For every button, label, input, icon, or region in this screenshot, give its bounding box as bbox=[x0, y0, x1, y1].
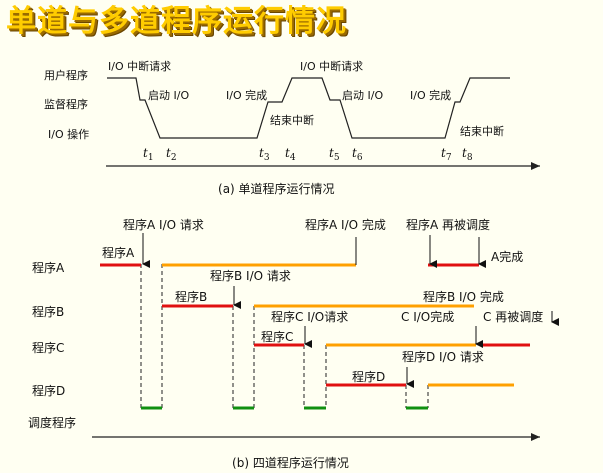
label-b-io-done: 程序B I/O 完成 bbox=[423, 289, 504, 304]
time-marker-t1: t1 bbox=[143, 146, 154, 163]
time-marker-t5: t5 bbox=[329, 146, 340, 163]
row-label-program-c: 程序C bbox=[32, 340, 64, 355]
label-c-io-done: C I/O完成 bbox=[401, 309, 454, 324]
label-a-done: A完成 bbox=[491, 249, 523, 264]
caption-a: (a) 单道程序运行情况 bbox=[218, 181, 335, 196]
time-marker-t8: t8 bbox=[462, 146, 473, 163]
start-io-label: 启动 I/O bbox=[342, 89, 383, 102]
end-interrupt-label: 结束中断 bbox=[460, 124, 504, 138]
row-label-program-a: 程序A bbox=[32, 260, 65, 275]
start-io-label: 启动 I/O bbox=[148, 89, 189, 102]
row-label-program-b: 程序B bbox=[32, 304, 64, 319]
caption-b: (b) 四道程序运行情况 bbox=[232, 455, 349, 470]
io-done-label: I/O 完成 bbox=[226, 88, 267, 102]
row-label-user-program: 用户程序 bbox=[44, 68, 88, 82]
label-d-io-request: 程序D I/O 请求 bbox=[402, 349, 484, 364]
label-a-io-done: 程序A I/O 完成 bbox=[305, 217, 386, 232]
time-marker-t3: t3 bbox=[259, 146, 270, 163]
row-label-scheduler: 调度程序 bbox=[28, 415, 76, 430]
label-program-a: 程序A bbox=[102, 245, 135, 260]
label-b-io-request: 程序B I/O 请求 bbox=[210, 268, 291, 283]
row-label-io-operation: I/O 操作 bbox=[48, 127, 89, 141]
io-done-label: I/O 完成 bbox=[410, 88, 451, 102]
io-interrupt-label: I/O 中断请求 bbox=[108, 59, 171, 73]
row-label-supervisor: 监督程序 bbox=[44, 97, 88, 111]
label-program-b: 程序B bbox=[175, 289, 207, 304]
time-marker-t2: t2 bbox=[166, 146, 177, 163]
label-c-rescheduled: C 再被调度 bbox=[483, 309, 543, 324]
single-diagram: 用户程序 监督程序 I/O 操作 I/O 中断请求 启动 I/O I/O 完成 … bbox=[44, 59, 540, 196]
label-a-io-request: 程序A I/O 请求 bbox=[123, 217, 204, 232]
time-marker-t6: t6 bbox=[352, 146, 363, 163]
timeline-waveform bbox=[107, 77, 510, 139]
time-markers: t1 t2 t3 t4 t5 t6 t7 t8 bbox=[143, 146, 473, 163]
label-a-rescheduled: 程序A 再被调度 bbox=[406, 217, 490, 232]
slide: 单道与多道程序运行情况 用户程序 监督程序 I/O 操作 I/O 中断请求 启动… bbox=[0, 0, 603, 473]
multi-diagram: 程序A 程序B 程序C 程序D 调度程序 程序A I/O 请求 程序A I/O … bbox=[28, 217, 559, 470]
label-program-c: 程序C bbox=[261, 329, 293, 344]
end-interrupt-label: 结束中断 bbox=[270, 113, 314, 127]
label-program-d: 程序D bbox=[352, 369, 385, 384]
diagram: 用户程序 监督程序 I/O 操作 I/O 中断请求 启动 I/O I/O 完成 … bbox=[28, 59, 559, 470]
row-label-program-d: 程序D bbox=[32, 383, 65, 398]
io-interrupt-label: I/O 中断请求 bbox=[300, 59, 363, 73]
time-marker-t4: t4 bbox=[285, 146, 296, 163]
label-c-io-request: 程序C I/O请求 bbox=[271, 309, 348, 324]
time-marker-t7: t7 bbox=[441, 146, 452, 163]
